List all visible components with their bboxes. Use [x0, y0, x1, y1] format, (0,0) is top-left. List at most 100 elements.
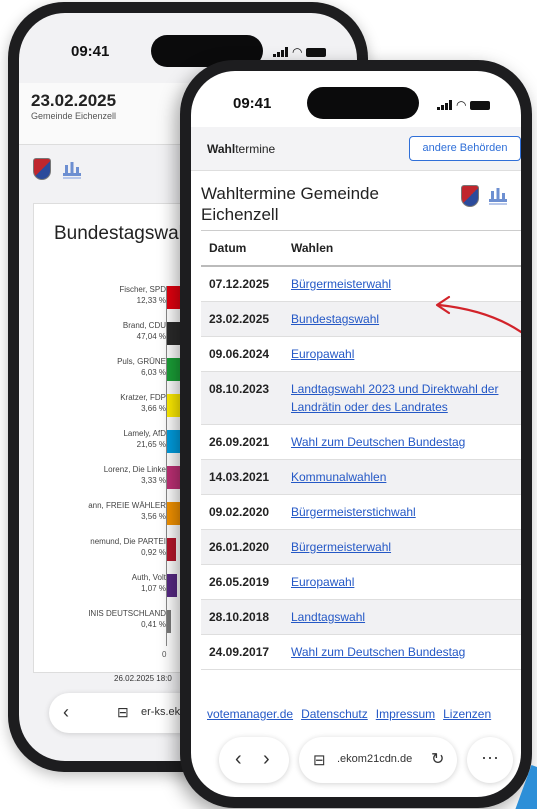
- site-name-bold: Wahl: [207, 142, 236, 156]
- result-timestamp: 26.02.2025 18:0: [114, 674, 172, 683]
- election-link[interactable]: Bürgermeisterwahl: [291, 277, 391, 291]
- table-row: 24.09.2017 Wahl zum Deutschen Bundestag: [201, 635, 521, 670]
- bar-label: Brand, CDU 47,04 %: [123, 320, 166, 342]
- bar: [167, 610, 171, 633]
- bar-candidate: nemund, Die PARTEI: [90, 537, 166, 546]
- bar-label: Lorenz, Die Linke 3,33 %: [104, 464, 166, 486]
- bar-value-label: 21,65 %: [136, 440, 166, 449]
- nav-pill: ‹ ›: [219, 737, 289, 783]
- row-date: 09.06.2024: [209, 347, 270, 361]
- front-phone-screen: 09:41 ◠ Wahltermine andere Behörden Wahl…: [191, 71, 521, 797]
- header-elections: Wahlen: [291, 241, 334, 255]
- site-name[interactable]: Wahltermine: [207, 142, 275, 156]
- bar-value-label: 0,41 %: [141, 620, 166, 629]
- more-options-icon[interactable]: ···: [467, 737, 513, 783]
- row-election: Kommunalwahlen: [291, 468, 521, 486]
- battery-icon: [470, 100, 491, 110]
- row-election: Bürgermeisterstichwahl: [291, 503, 521, 521]
- site-name-rest: termine: [235, 142, 276, 156]
- election-link[interactable]: Wahl zum Deutschen Bundestag: [291, 435, 465, 449]
- bar-candidate: Kratzer, FDP: [120, 393, 166, 402]
- front-phone: 09:41 ◠ Wahltermine andere Behörden Wahl…: [180, 60, 532, 808]
- bar-value-label: 6,03 %: [141, 368, 166, 377]
- bar-candidate: Lamely, AfD: [123, 429, 166, 438]
- row-election: Europawahl: [291, 573, 521, 591]
- table-row: 26.09.2021 Wahl zum Deutschen Bundestag: [201, 425, 521, 460]
- bar-value-label: 3,66 %: [141, 404, 166, 413]
- election-link[interactable]: Europawahl: [291, 575, 354, 589]
- bar-candidate: INIS DEUTSCHLAND: [88, 609, 166, 618]
- forward-arrow-icon[interactable]: ›: [263, 748, 270, 771]
- bar-label: Fischer, SPD 12,33 %: [119, 284, 166, 306]
- site-header: Wahltermine andere Behörden: [191, 127, 521, 171]
- status-time: 09:41: [71, 43, 110, 60]
- bar-candidate: ann, FREIE WÄHLER: [88, 501, 166, 510]
- signal-icon: [437, 100, 452, 110]
- row-date: 23.02.2025: [209, 312, 270, 326]
- bar-candidate: Auth, Volt: [131, 573, 166, 582]
- footer-link[interactable]: Impressum: [376, 707, 435, 721]
- election-link[interactable]: Bürgermeisterwahl: [291, 540, 391, 554]
- annotation-arrow-icon: [435, 295, 521, 334]
- table-row: 26.05.2019 Europawahl: [201, 565, 521, 600]
- wifi-icon: ◠: [292, 45, 303, 59]
- row-date: 26.09.2021: [209, 435, 270, 449]
- election-link[interactable]: Bundestagswahl: [291, 312, 379, 326]
- row-election: Bürgermeisterwahl: [291, 538, 521, 556]
- back-arrow-icon[interactable]: ‹: [235, 748, 242, 771]
- row-date: 24.09.2017: [209, 645, 270, 659]
- bar-candidate: Fischer, SPD: [119, 285, 166, 294]
- bar-label: ann, FREIE WÄHLER 3,56 %: [88, 500, 166, 522]
- bar-value-label: 0,92 %: [141, 548, 166, 557]
- bar-label: nemund, Die PARTEI 0,92 %: [90, 536, 166, 558]
- election-link[interactable]: Landtagswahl: [291, 610, 365, 624]
- bar-label: Kratzer, FDP 3,66 %: [120, 392, 166, 414]
- tabs-icon[interactable]: ⊟: [313, 751, 326, 769]
- bar: [167, 538, 176, 561]
- row-date: 08.10.2023: [209, 382, 270, 396]
- table-row: 26.01.2020 Bürgermeisterwahl: [201, 530, 521, 565]
- status-time: 09:41: [233, 95, 272, 112]
- municipality-label: Gemeinde Eichenzell: [31, 111, 117, 121]
- other-authorities-button[interactable]: andere Behörden: [409, 136, 521, 161]
- row-date: 26.01.2020: [209, 540, 270, 554]
- tabs-icon[interactable]: ⊟: [117, 704, 129, 721]
- bar-value-label: 3,33 %: [141, 476, 166, 485]
- votemanager-logo-icon: [63, 162, 81, 179]
- election-link[interactable]: Bürgermeisterstichwahl: [291, 505, 416, 519]
- bar-value-label: 3,56 %: [141, 512, 166, 521]
- row-election: Landtagswahl 2023 und Direktwahl der Lan…: [291, 380, 521, 416]
- bar-label: Lamely, AfD 21,65 %: [123, 428, 166, 450]
- stage: 09:41 ◠ 23.02.2025 Gemeinde Eichenzell B…: [0, 0, 537, 809]
- status-icons: ◠: [437, 98, 491, 112]
- wifi-icon: ◠: [456, 98, 467, 112]
- election-link[interactable]: Kommunalwahlen: [291, 470, 386, 484]
- page-title: Wahltermine Gemeinde Eichenzell: [201, 184, 379, 224]
- table-header: Datum Wahlen: [201, 231, 521, 267]
- row-date: 07.12.2025: [209, 277, 270, 291]
- footer-link[interactable]: Datenschutz: [301, 707, 368, 721]
- table-row: 08.10.2023 Landtagswahl 2023 und Direktwa…: [201, 372, 521, 425]
- bar-label: INIS DEUTSCHLAND 0,41 %: [88, 608, 166, 630]
- coat-of-arms-icon: [33, 158, 51, 180]
- reload-icon[interactable]: ↻: [431, 749, 444, 769]
- bar-candidate: Brand, CDU: [122, 321, 166, 330]
- url-bar[interactable]: ⊟ .ekom21cdn.de ↻: [299, 737, 457, 783]
- bar: [167, 574, 178, 597]
- dynamic-island: [307, 87, 419, 119]
- back-nav-icon[interactable]: ‹: [63, 702, 69, 723]
- browser-toolbar: ‹ › ⊟ .ekom21cdn.de ↻ ···: [219, 737, 513, 785]
- status-icons: ◠: [273, 45, 327, 59]
- row-date: 09.02.2020: [209, 505, 270, 519]
- election-link[interactable]: Landtagswahl 2023 und Direktwahl der Lan…: [291, 382, 498, 414]
- bar-label: Puls, GRÜNE 6,03 %: [117, 356, 166, 378]
- row-election: Landtagswahl: [291, 608, 521, 626]
- table-row: 28.10.2018 Landtagswahl: [201, 600, 521, 635]
- election-link[interactable]: Europawahl: [291, 347, 354, 361]
- footer-link[interactable]: Lizenzen: [443, 707, 491, 721]
- row-date: 28.10.2018: [209, 610, 270, 624]
- bar-candidate: Lorenz, Die Linke: [103, 465, 166, 474]
- election-link[interactable]: Wahl zum Deutschen Bundestag: [291, 645, 465, 659]
- url-text: .ekom21cdn.de: [337, 753, 413, 765]
- footer-link[interactable]: votemanager.de: [207, 707, 293, 721]
